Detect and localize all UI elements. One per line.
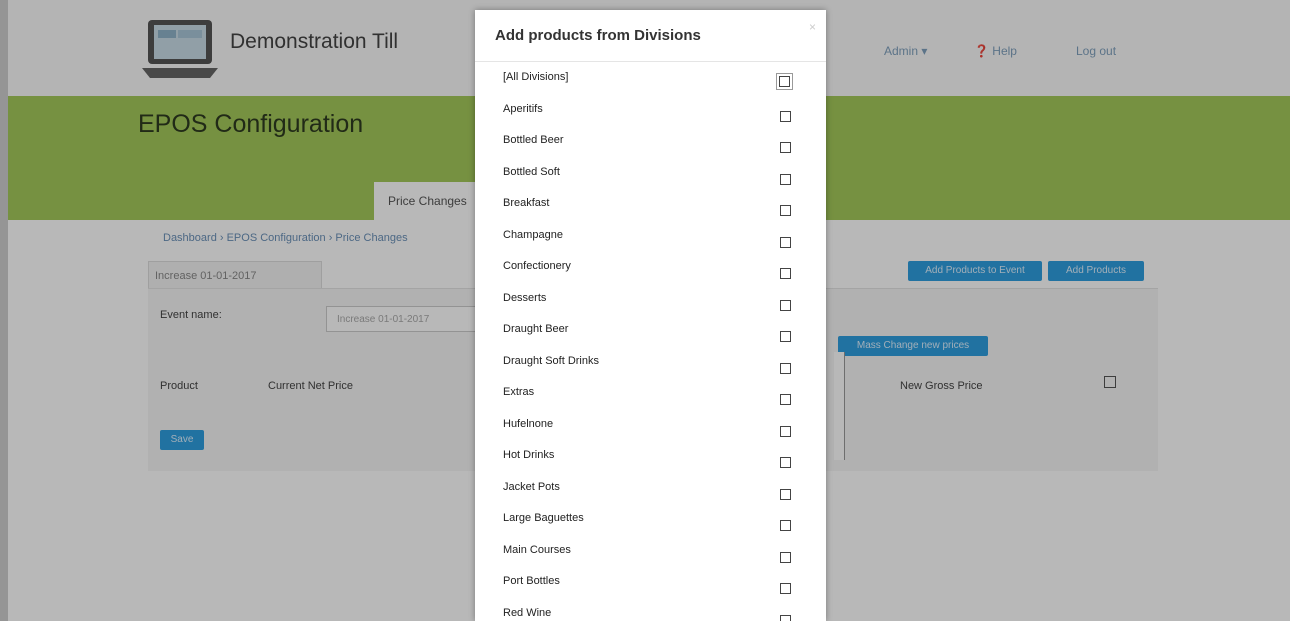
division-row[interactable]: [All Divisions] <box>475 67 826 99</box>
division-checkbox[interactable] <box>780 614 791 621</box>
divisions-modal: Add products from Divisions × [All Divis… <box>475 10 826 621</box>
division-label: Main Courses <box>503 543 571 556</box>
division-row[interactable]: Breakfast <box>475 193 826 225</box>
division-row[interactable]: Confectionery <box>475 256 826 288</box>
division-checkbox[interactable] <box>780 488 791 500</box>
division-checkbox[interactable] <box>780 236 791 248</box>
division-checkbox[interactable] <box>780 394 791 405</box>
division-row[interactable]: Large Baguettes <box>475 508 826 540</box>
division-checkbox[interactable] <box>780 268 791 279</box>
division-label: Port Bottles <box>503 575 560 587</box>
division-label: Large Baguettes <box>503 512 584 524</box>
division-checkbox[interactable] <box>780 110 791 122</box>
division-checkbox[interactable] <box>780 142 791 153</box>
division-row[interactable]: Port Bottles <box>475 571 826 603</box>
division-row[interactable]: Main Courses <box>475 540 826 572</box>
division-checkbox[interactable] <box>780 551 791 563</box>
modal-title: Add products from Divisions <box>495 27 701 44</box>
division-checkbox[interactable] <box>780 457 791 468</box>
all-divisions-checkbox[interactable] <box>776 73 793 90</box>
division-row[interactable]: Champagne <box>475 225 826 257</box>
division-label: Extras <box>503 386 535 398</box>
modal-header: Add products from Divisions × <box>475 10 826 62</box>
division-row[interactable]: Bottled Soft <box>475 162 826 194</box>
division-label: Hufelnone <box>503 417 554 430</box>
division-label: [All Divisions] <box>503 71 569 83</box>
division-row[interactable]: Aperitifs <box>475 99 826 131</box>
division-row[interactable]: Hot Drinks <box>475 445 826 477</box>
division-row[interactable]: Draught Beer <box>475 319 826 351</box>
division-label: Bottled Soft <box>503 165 560 178</box>
division-label: Draught Soft Drinks <box>503 354 599 367</box>
division-label: Breakfast <box>503 197 550 209</box>
division-row[interactable]: Draught Soft Drinks <box>475 351 826 383</box>
division-label: Draught Beer <box>503 323 569 335</box>
close-icon[interactable]: × <box>809 20 816 34</box>
division-label: Champagne <box>503 228 563 241</box>
division-label: Red Wine <box>503 606 552 619</box>
division-label: Confectionery <box>503 260 571 272</box>
division-label: Bottled Beer <box>503 134 564 146</box>
division-checkbox[interactable] <box>780 583 791 594</box>
division-row[interactable]: Desserts <box>475 288 826 320</box>
division-checkbox[interactable] <box>780 331 791 342</box>
division-label: Aperitifs <box>503 102 543 115</box>
division-checkbox[interactable] <box>780 425 791 437</box>
division-label: Desserts <box>503 291 547 304</box>
division-row[interactable]: Extras <box>475 382 826 414</box>
division-checkbox[interactable] <box>780 520 791 531</box>
division-checkbox[interactable] <box>780 299 791 311</box>
division-list: [All Divisions] Aperitifs Bottled Beer Bott… <box>475 67 826 621</box>
division-label: Hot Drinks <box>503 449 555 461</box>
division-row[interactable]: Hufelnone <box>475 414 826 446</box>
division-row[interactable]: Jacket Pots <box>475 477 826 509</box>
division-checkbox[interactable] <box>780 173 791 185</box>
division-label: Jacket Pots <box>503 480 560 493</box>
division-checkbox[interactable] <box>780 205 791 216</box>
division-row[interactable]: Red Wine <box>475 603 826 621</box>
division-row[interactable]: Bottled Beer <box>475 130 826 162</box>
division-checkbox[interactable] <box>780 362 791 374</box>
